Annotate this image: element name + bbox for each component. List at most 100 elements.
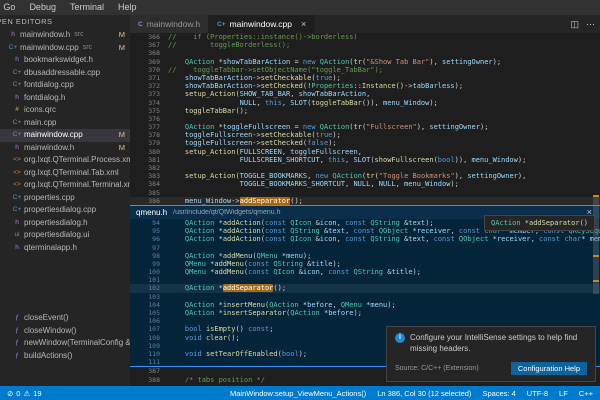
item-label: org.lxqt.QTerminal.Process.xml bbox=[24, 154, 130, 167]
code-line-369[interactable]: 369 QAction *showTabBarAction = new QAct… bbox=[130, 58, 600, 66]
file-fontdialog.h[interactable]: hfontdialog.h bbox=[0, 92, 130, 105]
file-properties.cpp[interactable]: C+properties.cpp bbox=[0, 192, 130, 205]
hover-tooltip: QAction *addSeparator() bbox=[484, 215, 595, 231]
current-symbol[interactable]: MainWindow:setup_ViewMenu_Actions() bbox=[230, 389, 366, 398]
notification-source: Source: C/C++ (Extension) bbox=[395, 365, 511, 372]
item-label: propertiesdialog.ui bbox=[24, 229, 89, 242]
menu-go[interactable]: Go bbox=[0, 0, 22, 15]
warning-count: 19 bbox=[33, 389, 41, 398]
item-label: org.lxqt.QTerminal.Terminal.xml bbox=[24, 179, 130, 192]
code-line-370[interactable]: 370// toggleTabbar->setObjectName("toggl… bbox=[130, 66, 600, 74]
code-line-371[interactable]: 371 showTabBarAction->setCheckable(true)… bbox=[130, 74, 600, 82]
file-mainwindow.h[interactable]: hmainwindow.hM bbox=[0, 142, 130, 155]
eol-setting[interactable]: LF bbox=[559, 389, 568, 398]
split-editor-icon[interactable]: ◫ bbox=[570, 19, 579, 30]
code-line-384[interactable]: 384 TOGGLE_BOOKMARKS_SHORTCUT, NULL, NUL… bbox=[130, 180, 600, 188]
code-line-98[interactable]: 98 QAction *addMenu(QMenu *menu); bbox=[130, 252, 600, 260]
code-line-373[interactable]: 373 setup_Action(SHOW_TAB_BAR, showTabBa… bbox=[130, 90, 600, 98]
code-line-104[interactable]: 104 QAction *insertMenu(QAction *before,… bbox=[130, 301, 600, 309]
code-line-381[interactable]: 381 FULLSCREEN_SHORTCUT, this, SLOT(show… bbox=[130, 156, 600, 164]
symbol-buildActions()[interactable]: ƒbuildActions() bbox=[0, 350, 130, 363]
item-label: org.lxqt.QTerminal.Tab.xml bbox=[24, 167, 119, 180]
file-propertiesdialog.h[interactable]: hpropertiesdialog.h bbox=[0, 217, 130, 230]
code-line-382[interactable]: 382 bbox=[130, 164, 600, 172]
code-line-376[interactable]: 376 bbox=[130, 115, 600, 123]
code-line-102[interactable]: 102 QAction *addSeparator(); bbox=[130, 284, 600, 292]
file-org.lxqt.QTerminal.Tab.xml[interactable]: <>org.lxqt.QTerminal.Tab.xml bbox=[0, 167, 130, 180]
open-editor-mainwindow.h[interactable]: hmainwindow.hsrcM bbox=[0, 29, 130, 42]
code-text: // if (Properties::instance()->borderles… bbox=[168, 33, 600, 41]
code-line-367[interactable]: 367// toggleBorderless(); bbox=[130, 41, 600, 49]
more-actions-icon[interactable]: ⋯ bbox=[586, 19, 595, 30]
menu-help[interactable]: Help bbox=[111, 0, 144, 15]
item-label: propertiesdialog.h bbox=[24, 217, 88, 230]
modified-badge: M bbox=[119, 42, 125, 55]
code-line-379[interactable]: 379 toggleFullscreen->setChecked(false); bbox=[130, 139, 600, 147]
code-line-368[interactable]: 368 bbox=[130, 49, 600, 57]
code-line-105[interactable]: 105 QAction *insertSeparator(QAction *be… bbox=[130, 309, 600, 317]
menu-terminal[interactable]: Terminal bbox=[63, 0, 111, 15]
file-bookmarkswidget.h[interactable]: hbookmarkswidget.h bbox=[0, 54, 130, 67]
code-line-96[interactable]: 96 QAction *addAction(const QIcon &icon,… bbox=[130, 235, 600, 243]
code-line-372[interactable]: 372 showTabBarAction->setChecked(!Proper… bbox=[130, 82, 600, 90]
code-text: setup_Action(TOGGLE_BOOKMARKS, new QActi… bbox=[168, 172, 600, 180]
file-org.lxqt.QTerminal.Terminal.xml[interactable]: <>org.lxqt.QTerminal.Terminal.xml bbox=[0, 179, 130, 192]
file-fontdialog.cpp[interactable]: C+fontdialog.cpp bbox=[0, 79, 130, 92]
file-type-icon: h bbox=[12, 54, 22, 67]
cursor-position[interactable]: Ln 386, Col 30 (12 selected) bbox=[377, 389, 471, 398]
code-line-99[interactable]: 99 QMenu *addMenu(const QString &title); bbox=[130, 260, 600, 268]
problems-indicator[interactable]: ⊘0 ⚠19 bbox=[7, 389, 42, 398]
code-line-106[interactable]: 106 bbox=[130, 317, 600, 325]
symbol-closeWindow()[interactable]: ƒcloseWindow() bbox=[0, 325, 130, 338]
code-line-375[interactable]: 375 toggleTabBar(); bbox=[130, 107, 600, 115]
code-line-386[interactable]: 386 menu_Window->addSeparator(); bbox=[130, 197, 600, 205]
code-line-383[interactable]: 383 setup_Action(TOGGLE_BOOKMARKS, new Q… bbox=[130, 172, 600, 180]
line-number: 366 bbox=[130, 33, 168, 41]
file-org.lxqt.QTerminal.Process.xml[interactable]: <>org.lxqt.QTerminal.Process.xml bbox=[0, 154, 130, 167]
file-type-icon: h bbox=[12, 92, 22, 105]
item-label: dbusaddressable.cpp bbox=[24, 67, 100, 80]
file-propertiesdialog.ui[interactable]: uipropertiesdialog.ui bbox=[0, 229, 130, 242]
encoding-setting[interactable]: UTF-8 bbox=[527, 389, 548, 398]
open-editors-header[interactable]: OPEN EDITORS bbox=[0, 15, 130, 29]
file-qterminalapp.h[interactable]: hqterminalapp.h bbox=[0, 242, 130, 255]
code-text: showTabBarAction->setCheckable(true); bbox=[168, 74, 600, 82]
file-dbusaddressable.cpp[interactable]: C+dbusaddressable.cpp bbox=[0, 67, 130, 80]
symbol-closeEvent()[interactable]: ƒcloseEvent() bbox=[0, 312, 130, 325]
code-line-97[interactable]: 97 bbox=[130, 244, 600, 252]
tab-mainwindow.cpp[interactable]: C+mainwindow.cpp× bbox=[209, 15, 315, 33]
file-type-icon: # bbox=[12, 104, 22, 117]
line-number: 381 bbox=[130, 156, 168, 164]
code-line-380[interactable]: 380 setup_Action(FULLSCREEN, toggleFulls… bbox=[130, 148, 600, 156]
code-text bbox=[168, 244, 600, 252]
code-line-374[interactable]: 374 NULL, this, SLOT(toggleTabBar()), me… bbox=[130, 99, 600, 107]
symbol-newWindow(TerminalConfig &, boo...[interactable]: ƒnewWindow(TerminalConfig &, boo... bbox=[0, 337, 130, 350]
code-line-385[interactable]: 385 bbox=[130, 189, 600, 197]
warning-icon: ⚠ bbox=[23, 389, 30, 398]
configuration-help-button[interactable]: Configuration Help bbox=[511, 362, 587, 375]
code-line-103[interactable]: 103 bbox=[130, 293, 600, 301]
file-main.cpp[interactable]: C+main.cpp bbox=[0, 117, 130, 130]
line-number: 383 bbox=[130, 172, 168, 180]
file-mainwindow.cpp[interactable]: C+mainwindow.cppM bbox=[0, 129, 130, 142]
tab-mainwindow.h[interactable]: Cmainwindow.h bbox=[130, 15, 209, 33]
menu-debug[interactable]: Debug bbox=[22, 0, 63, 15]
file-propertiesdialog.cpp[interactable]: C+propertiesdialog.cpp bbox=[0, 204, 130, 217]
code-line-100[interactable]: 100 QMenu *addMenu(const QIcon &icon, co… bbox=[130, 268, 600, 276]
indentation-setting[interactable]: Spaces: 4 bbox=[482, 389, 515, 398]
language-mode[interactable]: C++ bbox=[579, 389, 593, 398]
vscode-window: FileEditSelectionViewGoDebugTerminalHelp… bbox=[0, 0, 600, 400]
line-number: 377 bbox=[130, 123, 168, 131]
code-line-366[interactable]: 366// if (Properties::instance()->border… bbox=[130, 33, 600, 41]
line-number: 370 bbox=[130, 66, 168, 74]
line-number: 386 bbox=[130, 197, 168, 205]
error-count: 0 bbox=[16, 389, 20, 398]
file-icons.qrc[interactable]: #icons.qrc bbox=[0, 104, 130, 117]
line-number: 385 bbox=[130, 189, 168, 197]
code-line-377[interactable]: 377 QAction *toggleFullscreen = new QAct… bbox=[130, 123, 600, 131]
line-number: 371 bbox=[130, 74, 168, 82]
open-editor-mainwindow.cpp[interactable]: C+mainwindow.cppsrcM bbox=[0, 42, 130, 55]
tab-close-icon[interactable]: × bbox=[301, 19, 306, 29]
code-line-101[interactable]: 101 bbox=[130, 276, 600, 284]
code-line-378[interactable]: 378 toggleFullscreen->setCheckable(true)… bbox=[130, 131, 600, 139]
